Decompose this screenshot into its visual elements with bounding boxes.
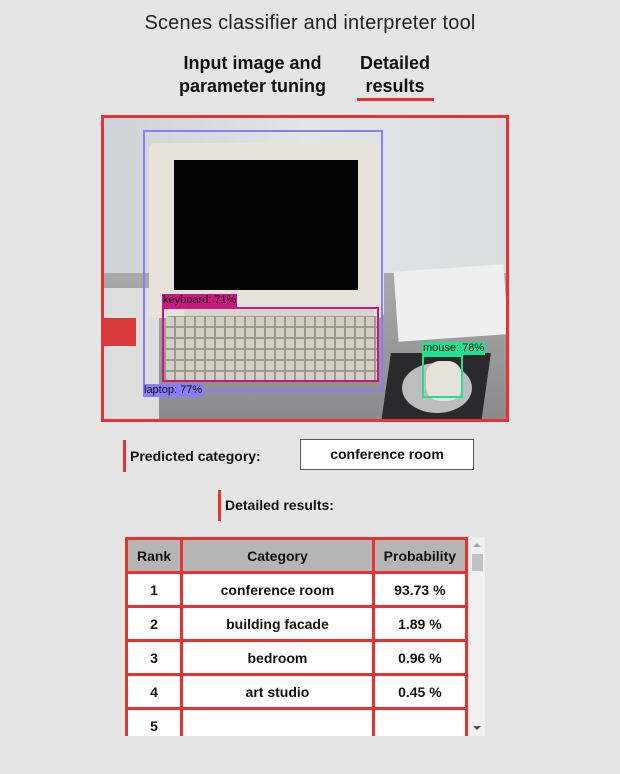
table-scrollbar[interactable] bbox=[470, 537, 485, 736]
cell-probability: 93.73 % bbox=[371, 571, 469, 608]
scrollbar-thumb[interactable] bbox=[472, 554, 483, 571]
table-row: 5 bbox=[125, 707, 469, 736]
cell-rank: 1 bbox=[125, 571, 184, 608]
detailed-results-accent-bar bbox=[218, 490, 221, 521]
predicted-category-label: Predicted category: bbox=[130, 448, 261, 464]
predicted-category-value: conference room bbox=[300, 439, 474, 470]
active-tab-indicator bbox=[357, 98, 434, 101]
table-row: 1 conference room 93.73 % bbox=[125, 571, 469, 608]
table-header-row: Rank Category Probability bbox=[125, 537, 469, 574]
cell-probability: 1.89 % bbox=[371, 605, 469, 642]
predicted-category-accent-bar bbox=[123, 440, 126, 472]
app-title: Scenes classifier and interpreter tool bbox=[144, 12, 476, 34]
annotated-input-image: laptop: 77% keyboard: 71% mouse: 78% bbox=[101, 115, 509, 422]
cell-probability: 0.45 % bbox=[371, 673, 469, 710]
scroll-up-arrow-icon[interactable] bbox=[473, 543, 481, 547]
detailed-results-label: Detailed results: bbox=[225, 497, 334, 513]
cell-rank: 5 bbox=[125, 707, 184, 736]
detection-box-mouse bbox=[422, 355, 463, 398]
results-table: Rank Category Probability 1 conference r… bbox=[125, 537, 469, 736]
scroll-down-arrow-icon[interactable] bbox=[473, 726, 481, 730]
detection-label-laptop: laptop: 77% bbox=[143, 384, 204, 397]
cell-rank: 4 bbox=[125, 673, 184, 710]
cell-probability bbox=[371, 707, 469, 736]
cell-rank: 3 bbox=[125, 639, 184, 676]
cell-category: art studio bbox=[180, 673, 375, 710]
tab-input-image-parameter-tuning[interactable]: Input image and parameter tuning bbox=[170, 52, 335, 98]
results-table-container[interactable]: Rank Category Probability 1 conference r… bbox=[125, 537, 485, 736]
cell-probability: 0.96 % bbox=[371, 639, 469, 676]
tab-detailed-results[interactable]: Detailed results bbox=[350, 52, 440, 98]
detection-label-keyboard: keyboard: 71% bbox=[162, 294, 238, 307]
cell-category bbox=[180, 707, 375, 736]
table-row: 3 bedroom 0.96 % bbox=[125, 639, 469, 676]
column-header-category: Category bbox=[180, 537, 375, 574]
detection-box-keyboard bbox=[162, 307, 379, 382]
cell-category: conference room bbox=[180, 571, 375, 608]
cell-category: building facade bbox=[180, 605, 375, 642]
table-row: 4 art studio 0.45 % bbox=[125, 673, 469, 710]
photo-papers bbox=[393, 264, 506, 342]
cell-category: bedroom bbox=[180, 639, 375, 676]
column-header-rank: Rank bbox=[125, 537, 184, 574]
cell-rank: 2 bbox=[125, 605, 184, 642]
photo-red-box bbox=[104, 318, 136, 346]
column-header-probability: Probability bbox=[371, 537, 469, 574]
table-row: 2 building facade 1.89 % bbox=[125, 605, 469, 642]
detection-label-mouse: mouse: 78% bbox=[422, 342, 486, 355]
